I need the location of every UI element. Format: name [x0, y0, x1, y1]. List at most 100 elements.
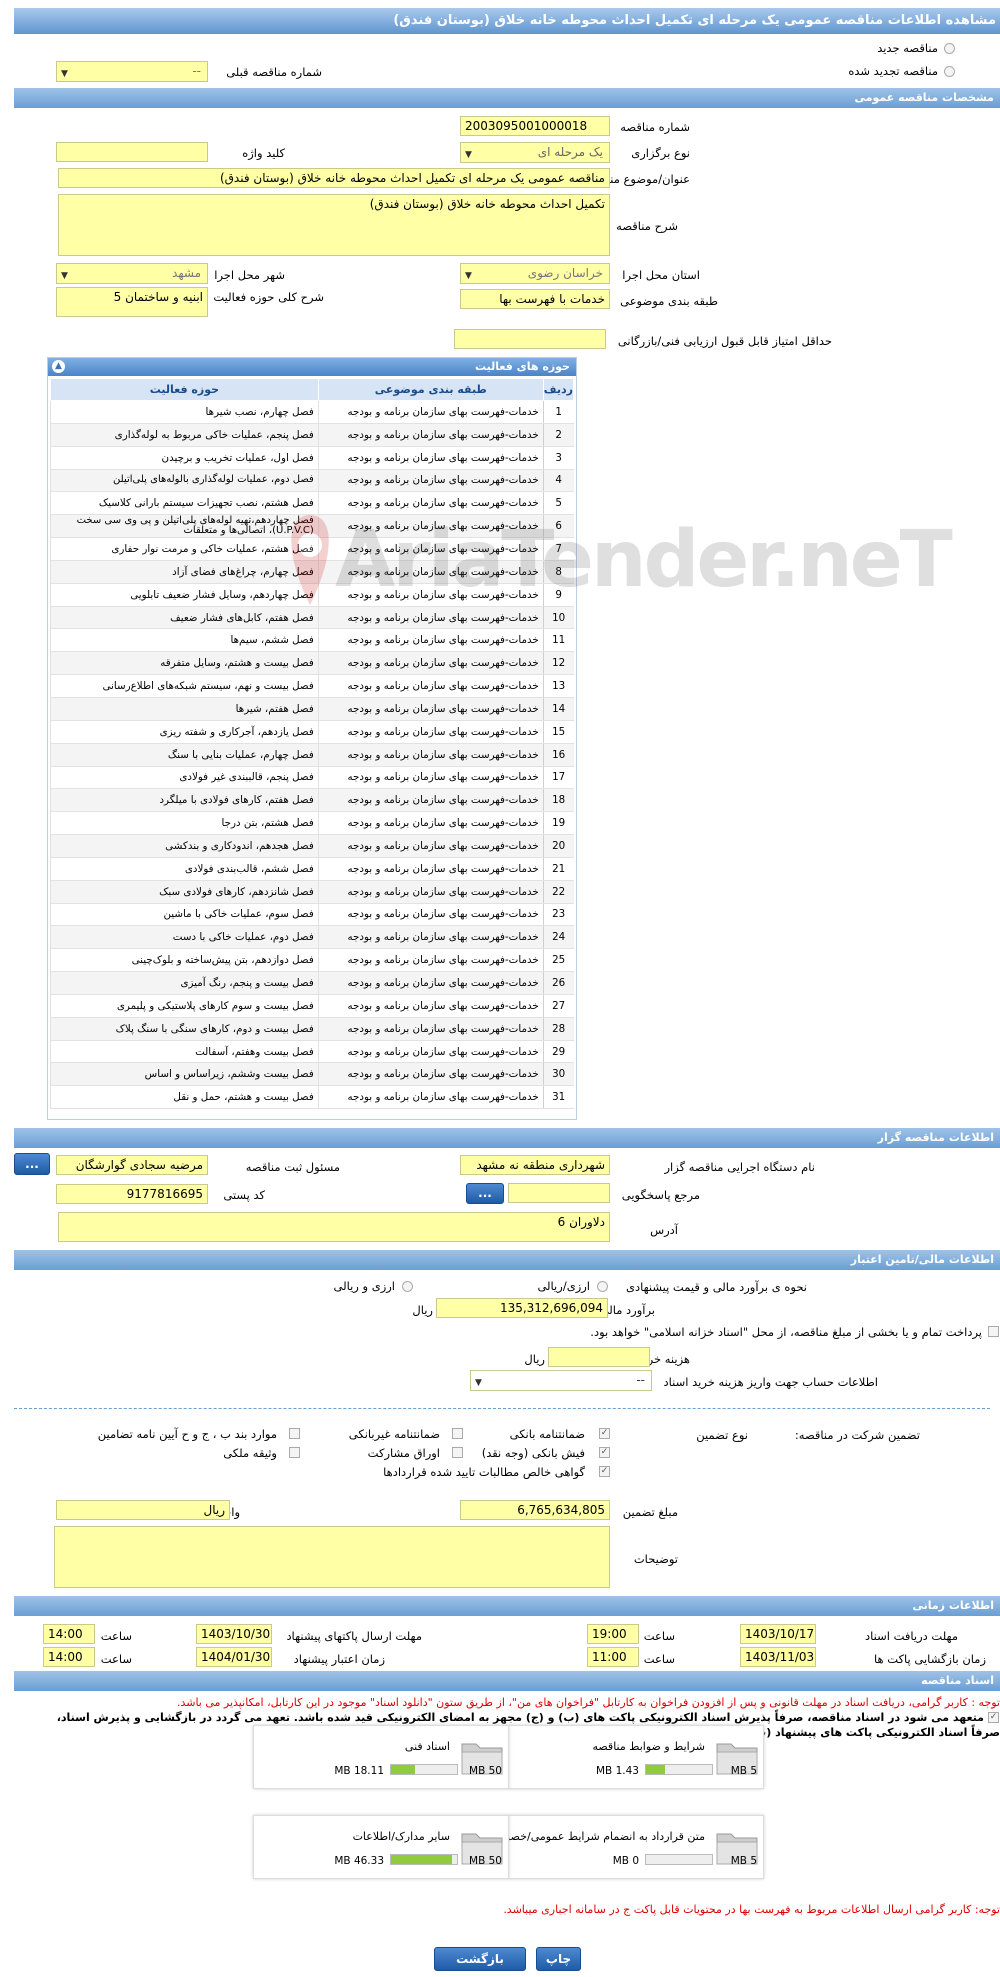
- guarantee-bank-checkbox[interactable]: ✓: [599, 1428, 610, 1439]
- document-file-card[interactable]: سایر مدارک/اطلاعات 50 MB 46.33 MB: [253, 1815, 509, 1879]
- description-field[interactable]: تکمیل احداث محوطه خانه خلاق (بوستان فندق…: [58, 194, 610, 256]
- row-activity: فصل دوم، عملیات خاکی با دست: [50, 925, 319, 950]
- category-field[interactable]: خدمات با فهرست بها: [460, 289, 610, 309]
- row-activity: فصل بیست وششم، زیراساس و اساس: [50, 1062, 319, 1087]
- scope-field[interactable]: ابنیه و ساختمان 5: [56, 287, 208, 317]
- tender-type-select[interactable]: ▼ یک مرحله ای: [460, 142, 610, 163]
- row-number: 13: [542, 674, 574, 698]
- document-file-card[interactable]: اسناد فنی 50 MB 18.11 MB: [253, 1725, 509, 1789]
- row-number: 1: [542, 400, 574, 424]
- activity-table: ردیف طبقه بندی موضوعی حوزه فعالیت 1 خدمات-ف…: [50, 378, 574, 1110]
- row-category: خدمات-فهرست بهای سازمان برنامه و بودجه: [317, 834, 544, 858]
- table-row: 21 خدمات-فهرست بهای سازمان برنامه و بودجه…: [50, 857, 574, 881]
- activity-panel: حوزه های فعالیت ▲ ردیف طبقه بندی موضوعی حو…: [47, 357, 577, 1120]
- prev-tender-select[interactable]: ▼ --: [56, 61, 208, 82]
- table-row: 9 خدمات-فهرست بهای سازمان برنامه و بودجه ف…: [50, 583, 574, 607]
- address-field[interactable]: دلاوران 6: [58, 1212, 610, 1242]
- reference-lookup-button[interactable]: ...: [466, 1183, 504, 1204]
- table-row: 13 خدمات-فهرست بهای سازمان برنامه و بودجه…: [50, 674, 574, 698]
- activity-table-wrap: ردیف طبقه بندی موضوعی حوزه فعالیت 1 خدمات-ف…: [50, 378, 574, 1117]
- table-row: 14 خدمات-فهرست بهای سازمان برنامه و بودجه…: [50, 697, 574, 721]
- resp-field[interactable]: مرضیه سجادی گوارشگان: [56, 1155, 208, 1175]
- province-select[interactable]: ▼ خراسان رضوی: [460, 263, 610, 284]
- notes-field[interactable]: [54, 1526, 610, 1588]
- subject-field[interactable]: مناقصه عمومی یک مرحله ای تکمیل احداث محو…: [58, 168, 610, 188]
- org-field[interactable]: شهرداری منطقه نه مشهد: [460, 1155, 610, 1175]
- documents-notice: توجه : کاربر گرامی، دریافت اسناد در مهلت…: [176, 1696, 1000, 1709]
- commitment-checkbox[interactable]: ✓: [988, 1712, 999, 1723]
- row-number: 21: [542, 857, 574, 881]
- document-file-card[interactable]: شرایط و ضوابط مناقصه 5 MB 1.43 MB: [508, 1725, 764, 1789]
- min-score-field[interactable]: [454, 329, 606, 349]
- valid-time-field[interactable]: 14:00: [43, 1647, 95, 1667]
- row-activity: فصل هفتم، شیرها: [50, 697, 319, 721]
- guarantee-amount-field[interactable]: 6,765,634,805: [460, 1500, 610, 1520]
- document-file-card[interactable]: متن قرارداد به انضمام شرایط عمومی/خصوصی 5…: [486, 1815, 764, 1879]
- account-select[interactable]: ▼ --: [470, 1370, 652, 1391]
- chevron-down-icon: ▼: [475, 1378, 482, 1388]
- guarantee-bonds-checkbox[interactable]: [452, 1447, 463, 1458]
- table-row: 24 خدمات-فهرست بهای سازمان برنامه و بودجه…: [50, 925, 574, 950]
- radio-currency-and-rial[interactable]: [402, 1281, 413, 1292]
- row-activity: فصل چهارم، چراغ‌های فضای آزاد: [50, 560, 319, 584]
- commitment-text-1: متعهد می شود در اسناد مناقصه، صرفاً پذیر…: [56, 1711, 984, 1724]
- table-row: 22 خدمات-فهرست بهای سازمان برنامه و بودجه…: [50, 880, 574, 904]
- guarantee-claims-checkbox[interactable]: ✓: [599, 1466, 610, 1477]
- collapse-icon[interactable]: ▲: [52, 360, 65, 373]
- row-activity: فصل ششم، سیم‌ها: [50, 628, 319, 653]
- radio-new-tender[interactable]: [944, 43, 955, 54]
- row-category: خدمات-فهرست بهای سازمان برنامه و بودجه: [317, 491, 544, 516]
- guarantee-cash-checkbox[interactable]: ✓: [599, 1447, 610, 1458]
- row-category: خدمات-فهرست بهای سازمان برنامه و بودجه: [317, 1062, 544, 1087]
- radio-renewed-tender[interactable]: [944, 66, 955, 77]
- valid-label: زمان اعتبار پیشنهاد: [293, 1652, 385, 1666]
- keyword-field[interactable]: [56, 142, 208, 162]
- resp-lookup-button[interactable]: ...: [14, 1153, 50, 1175]
- guarantee-clauses-label: موارد بند ب ، ج و ح آیین نامه تضامین: [97, 1427, 277, 1441]
- row-category: خدمات-فهرست بهای سازمان برنامه و بودجه: [317, 628, 544, 653]
- guarantee-clauses-checkbox[interactable]: [289, 1428, 300, 1439]
- tender-number-field[interactable]: 2003095001000018: [460, 116, 610, 136]
- print-button[interactable]: چاپ: [536, 1947, 581, 1971]
- send-deadline-label: مهلت ارسال پاکتهای پیشنهاد: [286, 1629, 422, 1643]
- treasury-checkbox[interactable]: [988, 1326, 999, 1337]
- table-row: 4 خدمات-فهرست بهای سازمان برنامه و بودجه ف…: [50, 469, 574, 493]
- row-category: خدمات-فهرست بهای سازمان برنامه و بودجه: [317, 469, 544, 493]
- row-activity: فصل ششم، قالب‌بندی فولادی: [50, 857, 319, 881]
- send-time-field[interactable]: 14:00: [43, 1624, 95, 1644]
- city-select[interactable]: ▼ مشهد: [56, 263, 208, 284]
- tender-number-label: شماره مناقصه: [620, 120, 690, 134]
- row-activity: فصل هفتم، کابل‌های فشار ضعیف: [50, 606, 319, 630]
- row-category: خدمات-فهرست بهای سازمان برنامه و بودجه: [317, 971, 544, 995]
- row-category: خدمات-فهرست بهای سازمان برنامه و بودجه: [317, 720, 544, 744]
- row-number: 18: [542, 788, 574, 813]
- open-hour-field[interactable]: 11:00: [587, 1647, 639, 1667]
- row-activity: فصل هجدهم، اندودکاری و بندکشی: [50, 834, 319, 858]
- org-label: نام دستگاه اجرایی مناقصه گزار: [664, 1160, 815, 1174]
- recv-date-field[interactable]: 1403/10/17: [740, 1624, 816, 1644]
- prev-tender-label: شماره مناقصه قبلی: [226, 65, 322, 79]
- recv-deadline-label: مهلت دریافت اسناد: [865, 1629, 958, 1643]
- currency-unit-field[interactable]: ریال: [56, 1500, 230, 1520]
- reference-field[interactable]: [508, 1183, 610, 1203]
- open-date-field[interactable]: 1403/11/03: [740, 1647, 816, 1667]
- column-header: ردیف: [542, 378, 574, 401]
- recv-time-field[interactable]: 19:00: [587, 1624, 639, 1644]
- postal-field[interactable]: 9177816695: [56, 1184, 208, 1204]
- footer-notice: توجه: کاربر گرامی ارسال اطلاعات مربوط به…: [503, 1903, 1000, 1916]
- radio-currency-or-rial[interactable]: [597, 1281, 608, 1292]
- radio-currency-or-rial-label: ارزی/ریالی: [537, 1279, 590, 1293]
- table-row: 1 خدمات-فهرست بهای سازمان برنامه و بودجه ف…: [50, 400, 574, 424]
- estimate-field[interactable]: 135,312,696,094: [436, 1298, 608, 1318]
- send-date-field[interactable]: 1403/10/30: [196, 1624, 272, 1644]
- row-category: خدمات-فهرست بهای سازمان برنامه و بودجه: [317, 743, 544, 767]
- row-number: 4: [542, 469, 574, 493]
- doc-cost-field[interactable]: [548, 1347, 650, 1367]
- guarantee-nonbank-checkbox[interactable]: [452, 1428, 463, 1439]
- guarantee-property-checkbox[interactable]: [289, 1447, 300, 1458]
- back-button[interactable]: بازگشت: [434, 1947, 526, 1971]
- valid-date-field[interactable]: 1404/01/30: [196, 1647, 272, 1667]
- table-row: 31 خدمات-فهرست بهای سازمان برنامه و بودجه…: [50, 1085, 574, 1110]
- chevron-down-icon: ▼: [465, 271, 472, 281]
- row-number: 9: [542, 583, 574, 607]
